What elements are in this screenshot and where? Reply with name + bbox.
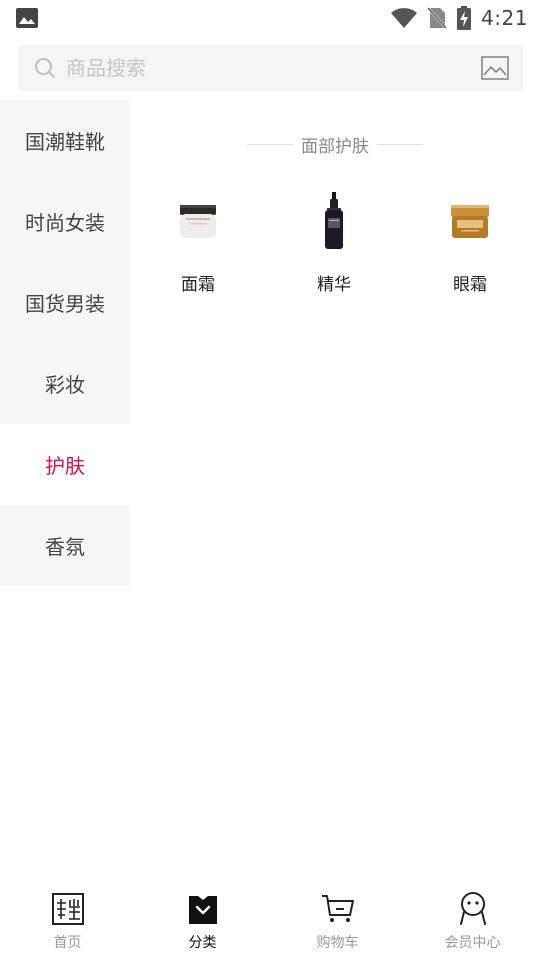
sidebar-item-men-clothing[interactable]: 国货男装 <box>0 262 130 343</box>
search-icon <box>35 58 55 78</box>
product-name: 眼霜 <box>453 275 487 295</box>
divider <box>377 143 423 145</box>
wifi-icon <box>391 8 418 28</box>
category-sidebar: 国潮鞋靴 时尚女装 国货男装 彩妆 护肤 香氛 <box>0 100 130 586</box>
product-grid: 面霜 精华 眼霜 <box>130 188 540 295</box>
face-cream-jar-icon <box>168 188 228 254</box>
no-sim-icon <box>427 7 448 29</box>
section-header: 面部护肤 <box>130 130 540 158</box>
category-icon <box>186 892 220 926</box>
gallery-icon <box>16 8 38 28</box>
product-item-serum[interactable]: 精华 <box>266 188 402 295</box>
nav-item-category[interactable]: 分类 <box>135 880 270 960</box>
bottom-nav: 首页 分类 购物车 会员中心 <box>0 880 540 960</box>
sidebar-item-fragrance[interactable]: 香氛 <box>0 505 130 586</box>
search-input[interactable] <box>66 45 466 91</box>
status-bar: 4:21 <box>0 0 540 36</box>
nav-item-cart[interactable]: 购物车 <box>270 880 405 960</box>
nav-label: 首页 <box>53 935 82 951</box>
product-item-face-cream[interactable]: 面霜 <box>130 188 266 295</box>
image-search-icon[interactable] <box>481 55 509 81</box>
cart-icon <box>321 892 355 926</box>
nav-label: 购物车 <box>316 935 359 951</box>
sidebar-item-skincare[interactable]: 护肤 <box>0 424 130 505</box>
nav-label: 会员中心 <box>444 935 501 951</box>
home-logo-icon <box>51 892 85 926</box>
section-title: 面部护肤 <box>301 136 369 157</box>
product-name: 面霜 <box>181 275 215 295</box>
status-time: 4:21 <box>481 6 528 30</box>
nav-label: 分类 <box>188 935 217 951</box>
battery-charging-icon <box>457 6 472 30</box>
sidebar-item-women-fashion[interactable]: 时尚女装 <box>0 181 130 262</box>
member-icon <box>456 892 490 926</box>
sidebar-item-makeup[interactable]: 彩妆 <box>0 343 130 424</box>
search-bar[interactable] <box>18 45 523 91</box>
nav-item-member[interactable]: 会员中心 <box>405 880 540 960</box>
eye-cream-jar-icon <box>440 188 500 254</box>
nav-item-home[interactable]: 首页 <box>0 880 135 960</box>
product-name: 精华 <box>317 275 351 295</box>
divider <box>247 143 293 145</box>
sidebar-item-guochao-shoes[interactable]: 国潮鞋靴 <box>0 100 130 181</box>
serum-bottle-icon <box>304 188 364 254</box>
product-item-eye-cream[interactable]: 眼霜 <box>402 188 538 295</box>
